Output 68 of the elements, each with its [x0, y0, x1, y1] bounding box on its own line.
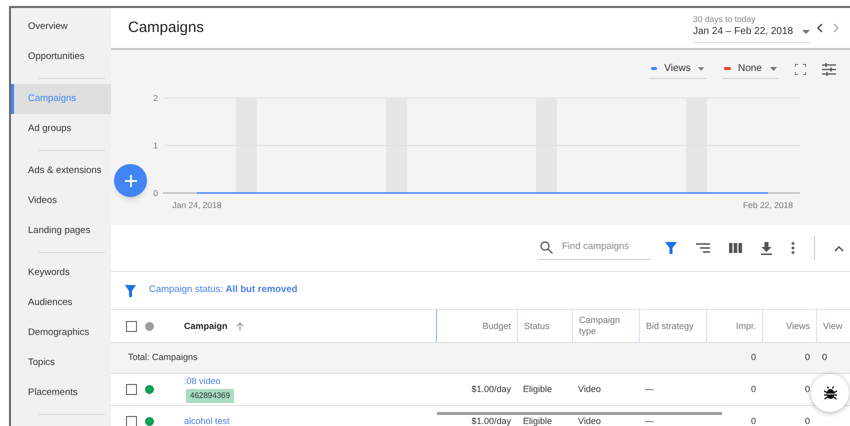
download-icon[interactable]	[761, 242, 772, 254]
metric-dropdown[interactable]: Views	[649, 59, 706, 79]
column-header[interactable]: Campaign type	[572, 310, 639, 342]
sidebar-item[interactable]: Videos	[11, 186, 111, 216]
date-range-picker[interactable]: 30 days to today Jan 24 – Feb 22, 2018	[693, 14, 810, 42]
sidebar-item[interactable]: Ad groups	[11, 114, 111, 144]
campaign-link[interactable]: :08 video	[184, 376, 221, 387]
column-header[interactable]: Status	[517, 310, 572, 342]
axis-tick-label: 0	[153, 188, 158, 198]
total-label: Total: Campaigns	[128, 351, 198, 364]
sidebar-item[interactable]: Keywords	[11, 258, 111, 288]
filter-status-text[interactable]: Campaign status: All but removed	[149, 283, 298, 298]
table-cell-text: 0	[804, 382, 811, 396]
sidebar-item[interactable]: Audiences	[11, 288, 111, 318]
filter-icon	[125, 284, 136, 296]
campaign-id-tag: 462894369	[186, 389, 234, 403]
axis-date-label: Feb 22, 2018	[742, 200, 794, 210]
sliders-icon[interactable]	[822, 62, 836, 76]
column-header[interactable]: Bid strategy	[639, 310, 706, 342]
page-title: Campaigns	[128, 18, 204, 38]
checkbox[interactable]	[126, 320, 136, 332]
table-cell-text: —	[644, 382, 655, 396]
dropdown-caret-icon	[802, 30, 810, 34]
filter-icon[interactable]	[665, 242, 677, 254]
collapse-chevron-icon[interactable]	[834, 244, 844, 252]
column-header[interactable]: Impr.	[706, 310, 762, 342]
table-cell-text: Video	[577, 414, 602, 426]
columns-icon[interactable]	[729, 243, 742, 253]
dropdown-caret-icon	[698, 66, 704, 70]
table-cell-text: 0	[804, 351, 811, 364]
checkbox[interactable]	[126, 416, 136, 426]
campaign-link[interactable]: alcohol test	[184, 416, 230, 426]
search-field[interactable]: Find campaigns	[562, 240, 642, 255]
table-cell-text: 0	[821, 351, 828, 364]
table-cell-text: 0	[750, 382, 757, 396]
table-cell-text: 0	[804, 414, 811, 426]
dropdown-caret-icon	[770, 66, 777, 70]
sidebar-item[interactable]: Topics	[11, 348, 111, 378]
sidebar-item[interactable]: Landing pages	[11, 216, 111, 246]
bug-icon	[824, 386, 836, 400]
column-header[interactable]: View	[816, 310, 850, 342]
table-cell-text: 0	[750, 351, 757, 364]
search-icon	[540, 241, 553, 254]
sidebar-item[interactable]: Ads & extensions	[11, 156, 111, 186]
column-header[interactable]: Views	[762, 310, 816, 342]
sidebar-item[interactable]: Demographics	[11, 318, 111, 348]
sidebar-item[interactable]: Placements	[11, 378, 111, 408]
table-cell-text: Video	[577, 382, 602, 396]
plus-icon	[124, 174, 136, 186]
table-cell-text: $1.00/day	[470, 382, 512, 396]
table-cell-text: Eligible	[522, 414, 554, 426]
fullscreen-icon[interactable]	[795, 64, 806, 74]
metric-dropdown[interactable]: None	[722, 59, 779, 79]
axis-tick-label: 2	[153, 93, 158, 103]
table-cell-text: $1.00/day	[470, 414, 512, 426]
checkbox[interactable]	[126, 384, 136, 395]
horizontal-scrollbar[interactable]	[437, 412, 722, 415]
sidebar-item[interactable]: Overview	[11, 12, 111, 42]
column-header[interactable]: Budget	[436, 310, 517, 342]
table-cell-text: 0	[750, 414, 757, 426]
axis-tick-label: 1	[153, 140, 158, 150]
sidebar-item[interactable]: Opportunities	[11, 42, 111, 72]
axis-date-label: Jan 24, 2018	[172, 200, 222, 210]
table-cell-text: —	[644, 414, 655, 426]
table-cell-text: Eligible	[522, 382, 554, 396]
sort-lines-icon[interactable]	[696, 243, 710, 253]
more-options-icon[interactable]	[791, 242, 795, 254]
column-header[interactable]: Campaign	[170, 310, 436, 342]
